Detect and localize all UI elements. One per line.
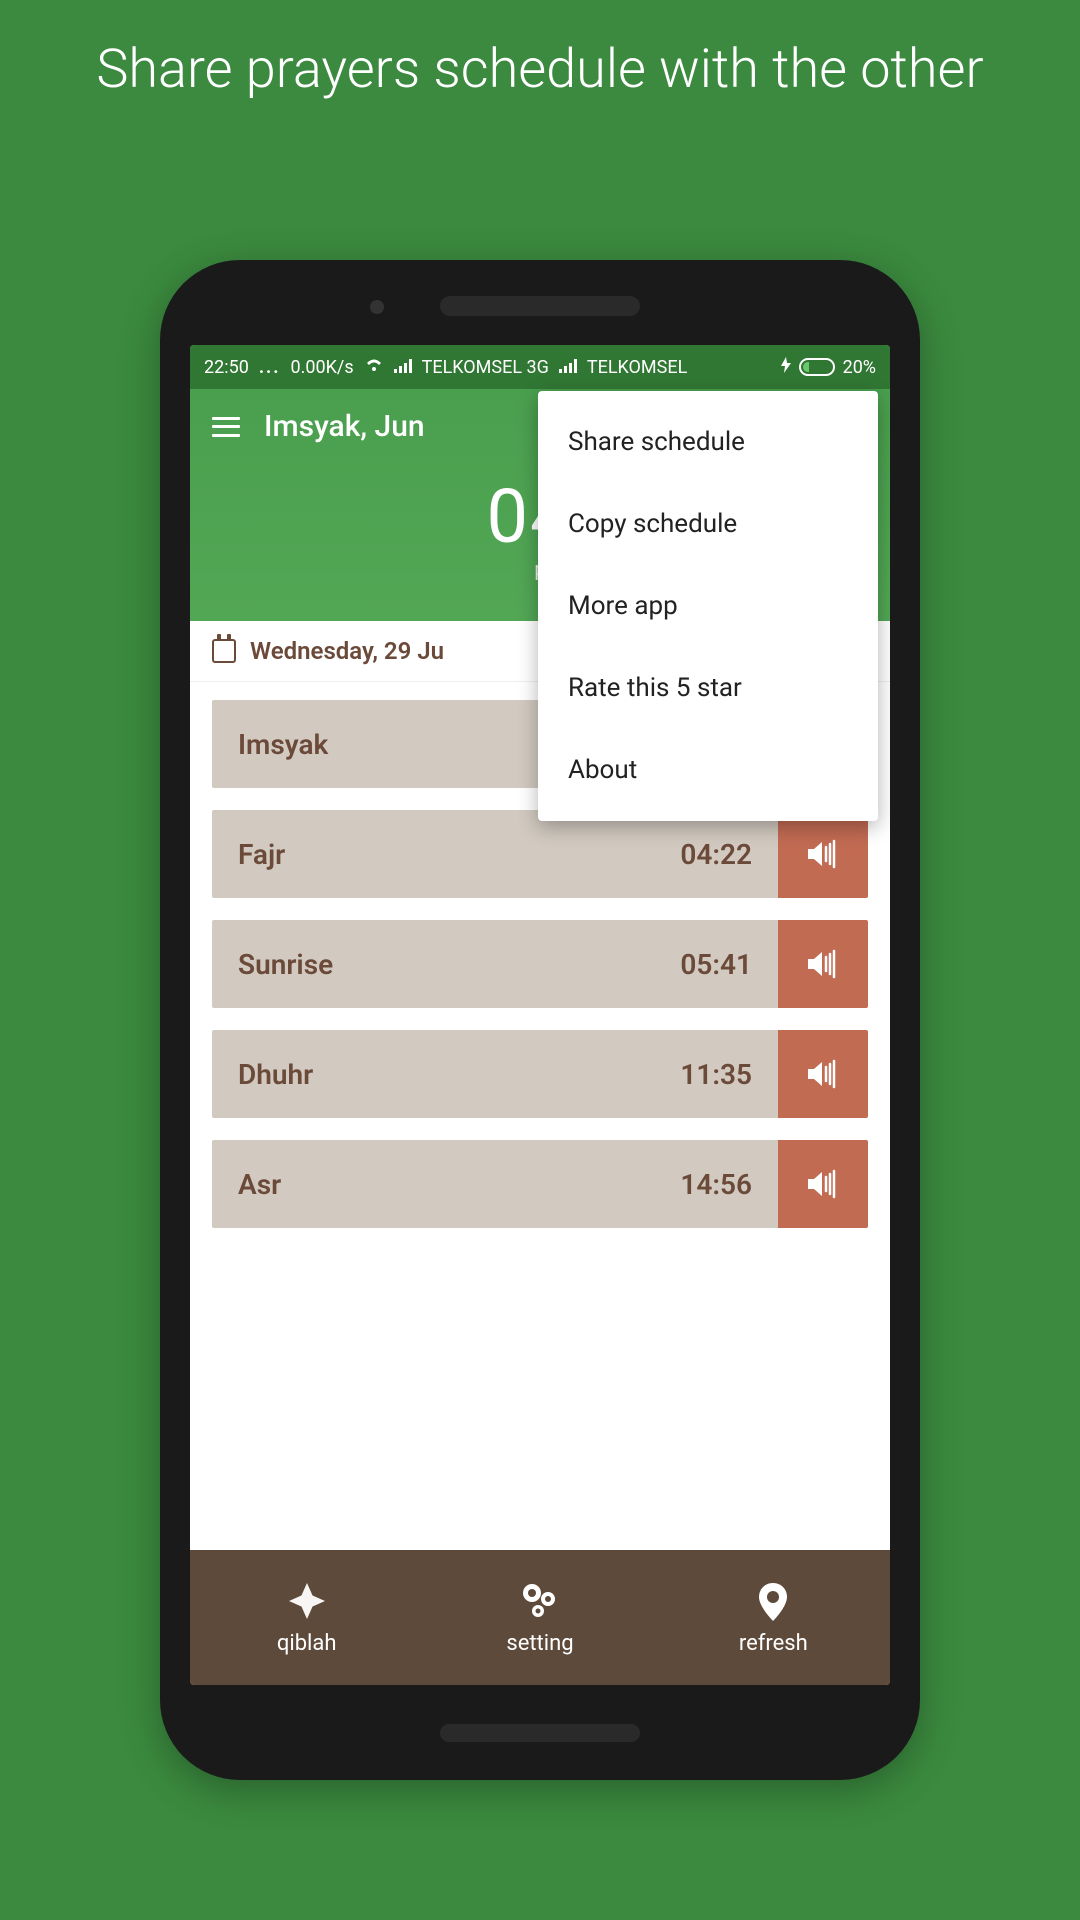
sound-toggle-button[interactable] — [778, 810, 868, 898]
prayer-name: Dhuhr — [238, 1058, 313, 1091]
nav-label: refresh — [739, 1631, 808, 1656]
date-text: Wednesday, 29 Ju — [250, 637, 444, 665]
nav-label: setting — [506, 1631, 573, 1656]
sound-toggle-button[interactable] — [778, 920, 868, 1008]
prayer-time: 04:22 — [680, 838, 752, 871]
status-time: 22:50 — [204, 357, 249, 378]
pin-icon — [751, 1579, 795, 1623]
hamburger-icon[interactable] — [212, 417, 240, 437]
menu-share-schedule[interactable]: Share schedule — [538, 401, 878, 483]
nav-qiblah[interactable]: qiblah — [190, 1550, 423, 1685]
sound-toggle-button[interactable] — [778, 1030, 868, 1118]
sound-toggle-button[interactable] — [778, 1140, 868, 1228]
prayer-row-sunrise: Sunrise 05:41 — [212, 920, 868, 1008]
bottom-nav: qiblah setting r — [190, 1550, 890, 1685]
speaker-icon — [806, 949, 840, 979]
status-data-rate: 0.00K/s — [291, 357, 354, 378]
status-dots-icon: ... — [259, 357, 281, 378]
signal-icon-2 — [559, 357, 577, 378]
phone-screen: 22:50 ... 0.00K/s TELKOMSEL 3G TELKOMSEL — [190, 345, 890, 1685]
charging-icon — [781, 357, 791, 378]
speaker-icon — [806, 839, 840, 869]
compass-icon — [285, 1579, 329, 1623]
prayer-name: Asr — [238, 1168, 281, 1201]
battery-icon — [799, 358, 835, 376]
speaker-icon — [806, 1059, 840, 1089]
prayer-time: 11:35 — [680, 1058, 752, 1091]
overflow-menu: Share schedule Copy schedule More app Ra… — [538, 391, 878, 821]
menu-copy-schedule[interactable]: Copy schedule — [538, 483, 878, 565]
status-carrier1: TELKOMSEL 3G — [422, 357, 549, 378]
nav-label: qiblah — [277, 1631, 337, 1656]
prayer-name: Imsyak — [238, 728, 328, 761]
prayer-row-asr: Asr 14:56 — [212, 1140, 868, 1228]
status-bar: 22:50 ... 0.00K/s TELKOMSEL 3G TELKOMSEL — [190, 345, 890, 389]
wifi-icon — [364, 357, 384, 378]
phone-frame: 22:50 ... 0.00K/s TELKOMSEL 3G TELKOMSEL — [160, 260, 920, 1780]
signal-icon — [394, 357, 412, 378]
gear-icon — [518, 1579, 562, 1623]
prayer-time: 05:41 — [680, 948, 752, 981]
status-carrier2: TELKOMSEL — [587, 357, 687, 378]
speaker-icon — [806, 1169, 840, 1199]
calendar-icon — [212, 639, 236, 663]
toolbar-title: Imsyak, Jun — [264, 409, 425, 444]
phone-speaker-bottom — [440, 1724, 640, 1742]
phone-speaker — [440, 296, 640, 316]
prayer-name: Sunrise — [238, 948, 333, 981]
menu-about[interactable]: About — [538, 729, 878, 811]
prayer-row-dhuhr: Dhuhr 11:35 — [212, 1030, 868, 1118]
menu-rate-5-star[interactable]: Rate this 5 star — [538, 647, 878, 729]
status-battery-pct: 20% — [843, 357, 876, 378]
prayer-time: 14:56 — [680, 1168, 752, 1201]
prayer-name: Fajr — [238, 838, 285, 871]
menu-more-app[interactable]: More app — [538, 565, 878, 647]
nav-refresh[interactable]: refresh — [657, 1550, 890, 1685]
prayer-row-fajr: Fajr 04:22 — [212, 810, 868, 898]
phone-camera — [370, 300, 384, 314]
nav-setting[interactable]: setting — [423, 1550, 656, 1685]
promo-title: Share prayers schedule with the other — [0, 0, 1080, 125]
